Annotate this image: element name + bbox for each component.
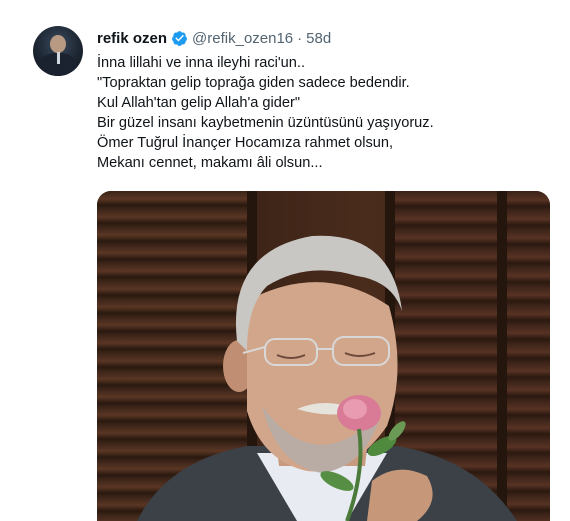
tweet-text-line: Ömer Tuğrul İnançer Hocamıza rahmet olsu…	[97, 135, 394, 151]
tweet-text-line: İnna lillahi ve inna ileyhi raci'un..	[97, 55, 306, 71]
photo-portrait-illustration	[137, 235, 517, 521]
tweet-timestamp[interactable]: 58d	[306, 30, 331, 47]
author-handle[interactable]: @refik_ozen16	[192, 30, 293, 47]
author-name[interactable]: refik ozen	[97, 30, 167, 47]
tweet-header: refik ozen @refik_ozen16 · 58d	[97, 28, 331, 48]
tweet-text-line: Kul Allah'tan gelip Allah'a gider"	[97, 95, 301, 111]
avatar-head-shape	[50, 35, 66, 53]
verified-badge-icon	[172, 30, 187, 46]
tweet-text-line: "Topraktan gelip toprağa giden sadece be…	[97, 75, 410, 91]
header-separator: ·	[297, 29, 303, 47]
tweet-text-line: Mekanı cennet, makamı âli olsun...	[97, 155, 323, 171]
tweet-text-line: Bir güzel insanı kaybetmenin üzüntüsünü …	[97, 115, 434, 131]
tweet[interactable]: refik ozen @refik_ozen16 · 58d İnna lill…	[0, 0, 570, 521]
tweet-photo[interactable]	[97, 191, 550, 521]
author-avatar[interactable]	[33, 26, 83, 76]
avatar-mic-shape	[57, 52, 60, 64]
tweet-text: İnna lillahi ve inna ileyhi raci'un.. "T…	[97, 53, 547, 173]
